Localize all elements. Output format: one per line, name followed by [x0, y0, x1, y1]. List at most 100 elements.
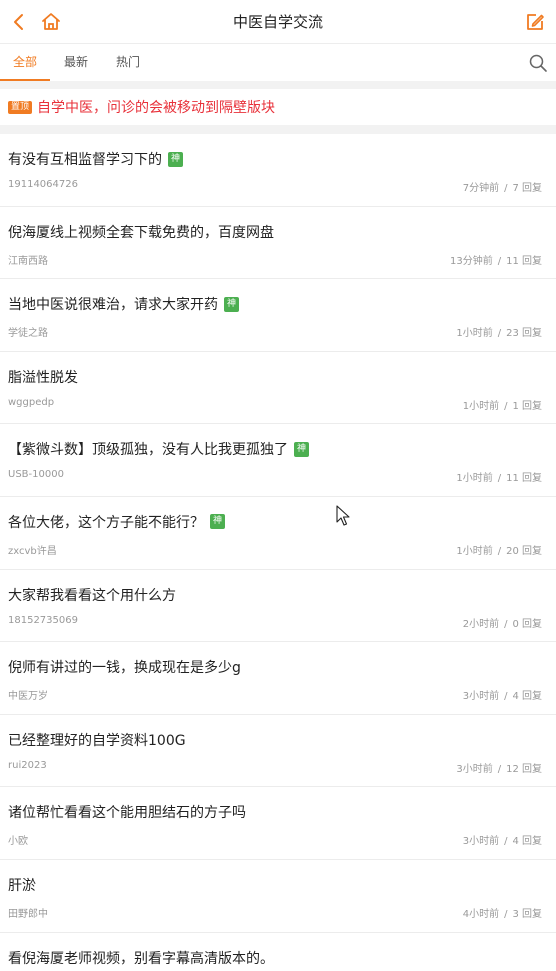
post-replies: 23 回复 [506, 328, 542, 340]
meta-separator: / [504, 908, 508, 920]
post-meta: 4小时前 / 3 回复 [463, 905, 542, 920]
post-title: 诸位帮忙看看这个能用胆结石的方子吗 [8, 805, 246, 822]
post-author[interactable]: 田野郎中 [8, 905, 48, 920]
post-replies: 0 回复 [512, 618, 542, 630]
app-header: 中医自学交流 [0, 0, 556, 44]
post-item[interactable]: 当地中医说很难治，请求大家开药神 学徒之路 1小时前 / 23 回复 [0, 279, 556, 352]
post-replies: 4 回复 [512, 691, 542, 703]
post-meta: 1小时前 / 20 回复 [456, 542, 542, 557]
post-time: 7分钟前 [462, 183, 500, 194]
pinned-post[interactable]: 置顶 自学中医，问诊的会被移动到隔壁版块 [0, 89, 556, 125]
post-title: 倪师有讲过的一钱，换成现在是多少g [8, 660, 241, 677]
mouse-cursor-icon [336, 505, 350, 526]
post-meta: 3小时前 / 4 回复 [463, 832, 542, 847]
home-icon[interactable] [40, 11, 62, 33]
post-title: 倪海厦线上视频全套下载免费的，百度网盘 [8, 224, 274, 241]
meta-separator: / [497, 473, 502, 485]
post-item[interactable]: 已经整理好的自学资料100G rui2023 3小时前 / 12 回复 [0, 714, 556, 788]
post-title: 看倪海厦老师视频，别看字幕高清版本的。 [8, 950, 274, 967]
pinned-title: 自学中医，问诊的会被移动到隔壁版块 [37, 100, 276, 116]
meta-separator: / [504, 618, 508, 630]
post-time: 1小时前 [462, 400, 500, 412]
post-author[interactable]: USB-10000 [8, 469, 64, 480]
divider [0, 125, 556, 134]
post-time: 2小时前 [462, 618, 500, 630]
tab-hot[interactable]: 热门 [110, 44, 146, 81]
pinned-badge: 置顶 [8, 100, 33, 114]
post-meta: 3小时前 / 4 回复 [463, 687, 542, 702]
post-replies: 3 回复 [512, 908, 542, 920]
post-author[interactable]: 江南西路 [8, 252, 48, 267]
post-time: 3小时前 [462, 691, 500, 703]
post-replies: 1 回复 [512, 400, 542, 412]
post-time: 13分钟前 [449, 255, 493, 267]
meta-separator: / [497, 763, 502, 775]
post-author[interactable]: 小欧 [8, 832, 28, 847]
edit-icon[interactable] [524, 11, 546, 33]
post-replies: 20 回复 [506, 545, 542, 557]
meta-separator: / [497, 255, 502, 267]
post-meta: 1小时前 / 11 回复 [456, 469, 542, 484]
post-list: 有没有互相监督学习下的神 19114064726 7分钟前/7 回复 倪海厦线上… [0, 134, 556, 971]
post-item[interactable]: 倪海厦线上视频全套下载免费的，百度网盘 江南西路 13分钟前 / 11 回复 [0, 206, 556, 280]
tab-latest[interactable]: 最新 [58, 44, 94, 81]
post-item[interactable]: 各位大佬，这个方子能不能行？ 神 zxcvb许昌 1小时前 / 20 回复 [0, 496, 556, 570]
post-item[interactable]: 诸位帮忙看看这个能用胆结石的方子吗 小欧 3小时前 / 4 回复 [0, 787, 556, 860]
chevron-left-icon[interactable] [8, 11, 30, 33]
post-meta: 3小时前 / 12 回复 [456, 760, 542, 775]
search-icon[interactable] [528, 53, 548, 73]
featured-badge: 神 [210, 514, 226, 530]
meta-separator: / [504, 691, 508, 703]
post-item[interactable]: 肝淤 田野郎中 4小时前 / 3 回复 [0, 859, 556, 933]
tab-bar: 全部 最新 热门 [0, 44, 556, 81]
post-item[interactable]: 【紫微斗数】顶级孤独，没有人比我更孤独了神 USB-10000 1小时前 / 11 … [0, 424, 556, 497]
post-replies: 11 回复 [506, 473, 542, 485]
post-meta: 1小时前 / 1 回复 [463, 397, 542, 412]
post-item[interactable]: 有没有互相监督学习下的神 19114064726 7分钟前 / 7 回复 [0, 134, 556, 207]
post-time: 3小时前 [456, 763, 493, 775]
post-title: 大家帮我看看这个用什么方 [8, 587, 176, 604]
post-title: 肝淤 [8, 877, 36, 894]
post-time: 1小时前 [456, 328, 493, 340]
meta-separator: / [504, 836, 508, 848]
post-item[interactable]: 看倪海厦老师视频，别看字幕高清版本的。 [0, 932, 556, 971]
post-title: 【紫微斗数】顶级孤独，没有人比我更孤独了 [8, 442, 288, 459]
post-replies: 11 回复 [506, 255, 542, 267]
post-item[interactable]: 脂溢性脱发 wggpedp 1小时前 / 1 回复 [0, 351, 556, 425]
meta-separator: / [504, 183, 508, 194]
featured-badge: 神 [294, 441, 310, 457]
featured-badge: 神 [224, 296, 240, 312]
featured-badge: 神 [168, 151, 184, 167]
post-meta: 13分钟前 / 11 回复 [450, 252, 542, 267]
post-title: 有没有互相监督学习下的 [8, 152, 162, 168]
post-meta: 1小时前 / 23 回复 [456, 324, 542, 339]
post-time: 4小时前 [462, 908, 500, 920]
page-title: 中医自学交流 [232, 13, 323, 31]
post-author[interactable]: wggpedp [8, 397, 54, 408]
post-author[interactable]: 18152735069 [8, 615, 78, 626]
meta-separator: / [497, 328, 502, 340]
post-time: 1小时前 [456, 545, 493, 557]
divider [0, 81, 556, 89]
post-author[interactable]: 学徒之路 [8, 324, 48, 339]
post-replies: 12 回复 [506, 763, 542, 775]
post-author[interactable]: zxcvb许昌 [8, 542, 57, 557]
post-time: 3小时前 [462, 836, 500, 848]
post-meta: 7分钟前 / 7 回复 [463, 179, 542, 194]
post-title: 已经整理好的自学资料100G [8, 732, 186, 749]
post-time: 1小时前 [456, 473, 493, 485]
post-title: 各位大佬，这个方子能不能行？ [8, 514, 204, 531]
tab-all[interactable]: 全部 [0, 44, 50, 81]
post-replies: 7 回复 [512, 183, 542, 194]
post-title: 当地中医说很难治，请求大家开药 [8, 297, 218, 314]
post-author[interactable]: 19114064726 [8, 179, 78, 190]
post-author[interactable]: 中医万岁 [8, 687, 48, 702]
post-meta: 2小时前 / 0 回复 [463, 615, 542, 630]
post-replies: 4 回复 [512, 836, 542, 848]
meta-separator: / [497, 545, 502, 557]
post-item[interactable]: 倪师有讲过的一钱，换成现在是多少g 中医万岁 3小时前 / 4 回复 [0, 642, 556, 715]
meta-separator: / [504, 400, 508, 412]
post-item[interactable]: 大家帮我看看这个用什么方 18152735069 2小时前 / 0 回复 [0, 569, 556, 643]
post-author[interactable]: rui2023 [8, 760, 47, 771]
post-title: 脂溢性脱发 [8, 369, 78, 386]
